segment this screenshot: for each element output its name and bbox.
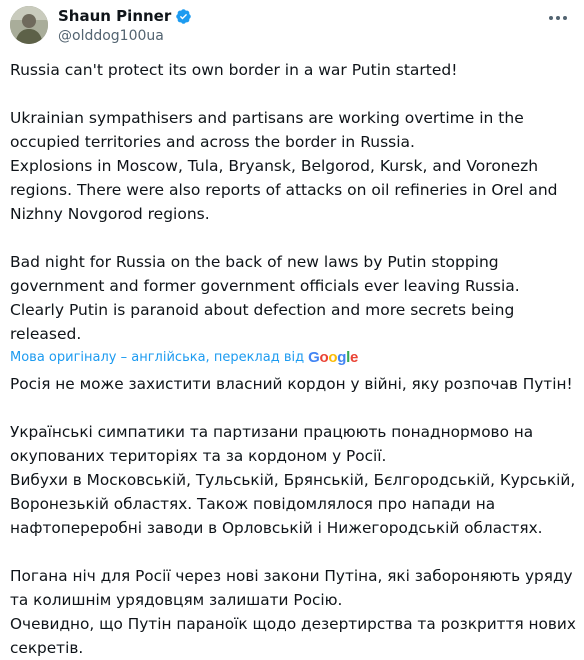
more-options-button[interactable] bbox=[546, 10, 570, 26]
translated-paragraph-2: Українські симпатики та партизани працюю… bbox=[10, 423, 576, 537]
translation-note-label: Мова оригіналу – англійська, переклад ві… bbox=[10, 350, 305, 365]
author-name-row: Shaun Pinner bbox=[58, 7, 192, 25]
author-handle[interactable]: @olddog100ua bbox=[58, 28, 164, 44]
translated-paragraph-1: Росія не може захистити власний кордон у… bbox=[10, 375, 573, 393]
more-options-icon bbox=[549, 16, 567, 20]
original-paragraph-3: Bad night for Russia on the back of new … bbox=[10, 253, 520, 343]
verified-badge-icon bbox=[176, 8, 192, 24]
tweet-original-text: Russia can't protect its own border in a… bbox=[10, 58, 576, 346]
translation-note[interactable]: Мова оригіналу – англійська, переклад ві… bbox=[10, 348, 576, 368]
tweet: Shaun Pinner @olddog100ua Russia can't p… bbox=[0, 0, 584, 657]
translated-paragraph-3: Погана ніч для Росії через нові закони П… bbox=[10, 567, 576, 657]
avatar-image bbox=[10, 6, 48, 44]
tweet-translated-text: Росія не може захистити власний кордон у… bbox=[10, 372, 578, 660]
original-paragraph-2: Ukrainian sympathisers and partisans are… bbox=[10, 109, 558, 223]
avatar[interactable] bbox=[10, 6, 48, 44]
original-paragraph-1: Russia can't protect its own border in a… bbox=[10, 61, 458, 79]
author-display-name[interactable]: Shaun Pinner bbox=[58, 7, 171, 25]
google-logo: Google bbox=[308, 349, 358, 366]
